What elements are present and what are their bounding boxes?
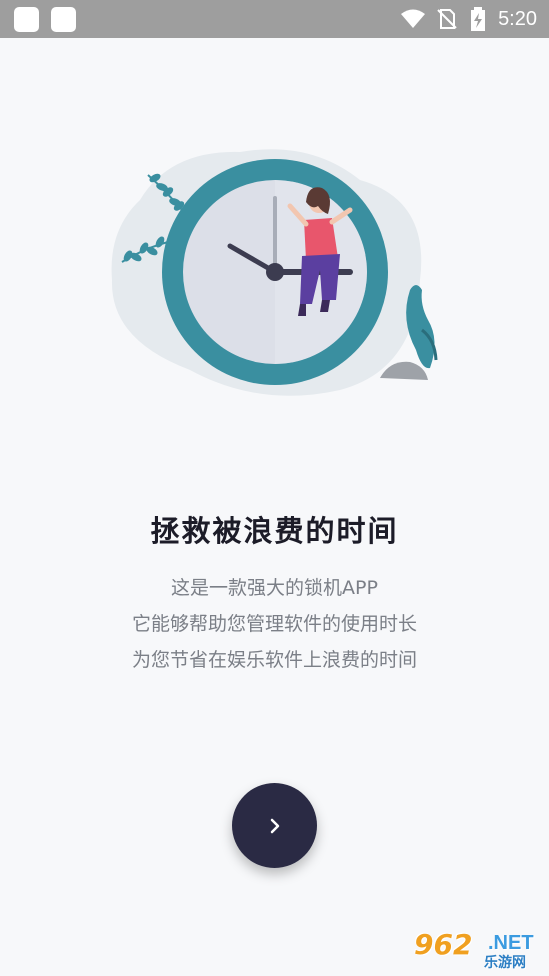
status-bar-right: 5:20 [400,0,537,38]
status-time: 5:20 [498,7,537,30]
onboarding-description: 这是一款强大的锁机APP 它能够帮助您管理软件的使用时长 为您节省在娱乐软件上浪… [0,574,549,682]
description-line: 这是一款强大的锁机APP [171,577,378,599]
watermark: 962 .NET 乐游网 [408,928,543,971]
app-notification-icon [14,7,39,32]
watermark-number: 962 [414,928,473,961]
rock-icon [380,361,428,380]
onboarding-screen: 5:20 拯救被浪费的时间 这是一款强大的锁机APP 它能够帮助您管理软件的使用… [0,0,549,976]
status-bar: 5:20 [0,0,549,38]
chevron-right-icon [270,818,279,833]
clock-illustration [111,149,438,396]
clock-center [266,263,284,281]
battery-charging-icon [471,7,486,31]
description-line: 为您节省在娱乐软件上浪费的时间 [131,649,417,671]
wifi-icon [401,9,426,28]
app-notification-icon [51,7,76,32]
plant-icon [406,285,435,369]
watermark-subtitle: 乐游网 [484,955,526,971]
description-line: 它能够帮助您管理软件的使用时长 [131,613,417,635]
no-sim-icon [437,9,457,29]
next-button[interactable] [232,783,317,868]
onboarding-title: 拯救被浪费的时间 [150,514,399,548]
